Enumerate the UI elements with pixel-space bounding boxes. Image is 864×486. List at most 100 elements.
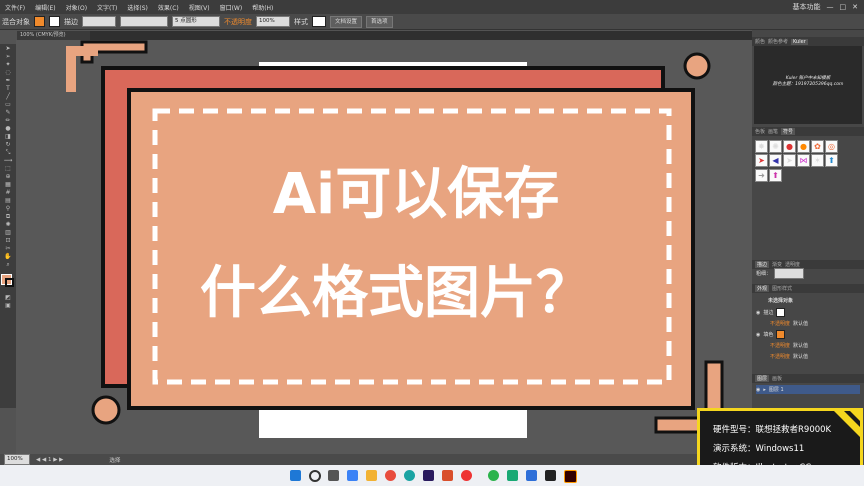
menu-file[interactable]: 文件(F) — [0, 3, 30, 12]
visibility-eye-icon[interactable]: ◉ — [756, 310, 760, 316]
rectangle-tool-icon[interactable]: ▭ — [3, 101, 13, 108]
tab-kuler[interactable]: Kuler — [791, 38, 808, 45]
graph-tool-icon[interactable]: ▥ — [3, 229, 13, 236]
edge-icon[interactable] — [404, 470, 415, 481]
fill-color-swatch[interactable] — [776, 330, 786, 339]
magic-wand-tool-icon[interactable]: ✦ — [3, 61, 13, 68]
task-view-icon[interactable] — [328, 470, 339, 481]
start-button-icon[interactable] — [290, 470, 301, 481]
rotate-tool-icon[interactable]: ↻ — [3, 141, 13, 148]
tab-transparency[interactable]: 透明度 — [785, 261, 800, 268]
symbol-gray-arrow-icon[interactable]: ➜ — [755, 168, 768, 182]
symbol-blob-icon[interactable]: ● — [783, 140, 796, 153]
paintbrush-tool-icon[interactable]: ✎ — [3, 109, 13, 116]
widgets-icon[interactable] — [347, 470, 358, 481]
appearance-row-fill[interactable]: ◉ 填色 — [756, 330, 786, 339]
tab-graphic-styles[interactable]: 图形样式 — [772, 285, 792, 292]
menu-effect[interactable]: 效果(C) — [153, 3, 184, 12]
appearance-row-opacity-1[interactable]: 不透明度 默认值 — [770, 319, 808, 328]
visibility-eye-icon[interactable]: ◉ — [756, 387, 760, 393]
scale-tool-icon[interactable]: ⤡ — [3, 149, 13, 156]
artboard-navigator[interactable]: ◀ ◀ 1 ▶ ▶ — [36, 457, 63, 463]
blob-brush-tool-icon[interactable]: ● — [3, 125, 13, 132]
appearance-row-label[interactable]: 不透明度 — [770, 320, 790, 327]
layer-name[interactable]: 图层 1 — [769, 386, 784, 393]
variable-width-field[interactable] — [120, 16, 168, 27]
document-setup-button[interactable]: 文档设置 — [330, 15, 363, 28]
stroke-swatch[interactable] — [49, 16, 60, 27]
music-icon[interactable] — [461, 470, 472, 481]
maximize-button[interactable]: □ — [840, 3, 847, 11]
tab-appearance[interactable]: 外观 — [755, 285, 770, 292]
tab-swatches[interactable]: 色板 — [755, 128, 765, 135]
symbol-burst-icon[interactable]: ✺ — [769, 140, 782, 153]
symbol-arrow-right-icon[interactable]: ➤ — [783, 154, 796, 168]
pencil-tool-icon[interactable]: ✏ — [3, 117, 13, 124]
appearance-row-label[interactable]: 不透明度 — [770, 353, 790, 360]
appearance-row-stroke[interactable]: ◉ 描边 — [756, 308, 786, 317]
canvas-area[interactable] — [16, 40, 752, 454]
illustrator-icon[interactable] — [564, 470, 577, 483]
close-button[interactable]: ✕ — [852, 3, 858, 11]
symbol-ring-icon[interactable]: ◎ — [825, 140, 838, 153]
stroke-weight-input[interactable] — [774, 268, 805, 279]
tab-color-guide[interactable]: 颜色参考 — [768, 38, 788, 45]
menu-help[interactable]: 帮助(H) — [247, 3, 278, 12]
workspace-switcher[interactable]: 基本功能 — [793, 2, 821, 12]
tab-color[interactable]: 颜色 — [755, 38, 765, 45]
stroke-weight-field[interactable] — [82, 16, 116, 27]
hand-tool-icon[interactable]: ✋ — [3, 253, 13, 260]
layer-row[interactable]: ◉ ▸ 图层 1 — [756, 385, 860, 394]
symbol-pen-icon[interactable]: ➤ — [755, 154, 768, 168]
appearance-row-opacity-3[interactable]: 不透明度 默认值 — [756, 352, 808, 361]
symbol-arrow-up-icon[interactable]: ⬆ — [825, 154, 838, 168]
app-blue-icon[interactable] — [526, 470, 537, 481]
line-tool-icon[interactable]: ╱ — [3, 93, 13, 100]
symbol-arrow-left-icon[interactable]: ◀ — [769, 154, 782, 168]
selection-tool-icon[interactable]: ➤ — [3, 45, 13, 52]
symbol-orange-icon[interactable]: ● — [797, 140, 810, 153]
tab-artboards[interactable]: 画板 — [772, 375, 782, 382]
menu-window[interactable]: 窗口(W) — [215, 3, 248, 12]
wechat-icon[interactable] — [488, 470, 499, 481]
menu-object[interactable]: 对象(O) — [61, 3, 92, 12]
zoom-field[interactable]: 100% — [4, 454, 30, 465]
opacity-label[interactable]: 不透明度 — [224, 17, 252, 27]
app-dark-icon[interactable] — [545, 470, 556, 481]
menu-edit[interactable]: 编辑(E) — [30, 3, 60, 12]
symbol-splat-icon[interactable]: ✸ — [755, 140, 768, 153]
slice-tool-icon[interactable]: ✂ — [3, 245, 13, 252]
premiere-icon[interactable] — [423, 470, 434, 481]
symbol-pink-arrow-icon[interactable]: ⬆ — [769, 168, 782, 182]
opacity-field[interactable]: 100% — [256, 16, 290, 27]
tab-gradient[interactable]: 渐变 — [772, 261, 782, 268]
direct-selection-tool-icon[interactable]: ➢ — [3, 53, 13, 60]
brush-definition-field[interactable]: 5 点圆形 — [172, 16, 220, 27]
menu-view[interactable]: 视图(V) — [184, 3, 215, 12]
stroke-none-swatch[interactable] — [776, 308, 786, 317]
tab-stroke[interactable]: 描边 — [755, 261, 770, 268]
file-explorer-icon[interactable] — [366, 470, 377, 481]
appearance-row-opacity-2[interactable]: 不透明度 默认值 — [770, 341, 808, 350]
menu-select[interactable]: 选择(S) — [122, 3, 153, 12]
menu-type[interactable]: 文字(T) — [92, 3, 122, 12]
lasso-tool-icon[interactable]: ◌ — [3, 69, 13, 76]
document-tab[interactable]: 100% (CMYK/预览) — [17, 31, 90, 40]
fill-swatch[interactable] — [34, 16, 45, 27]
visibility-eye-icon[interactable]: ◉ — [756, 332, 760, 338]
symbol-fan-icon[interactable]: ✿ — [811, 140, 824, 153]
app-green-icon[interactable] — [507, 470, 518, 481]
eraser-tool-icon[interactable]: ◨ — [3, 133, 13, 140]
tab-symbols[interactable]: 符号 — [781, 128, 796, 135]
type-tool-icon[interactable]: T — [3, 85, 13, 92]
preferences-button[interactable]: 首选项 — [366, 15, 393, 28]
search-icon[interactable] — [309, 470, 321, 482]
style-swatch[interactable] — [312, 16, 326, 27]
appearance-row-label[interactable]: 不透明度 — [770, 342, 790, 349]
artboard-tool-icon[interactable]: ⊡ — [3, 237, 13, 244]
pen-tool-icon[interactable]: ✒ — [3, 77, 13, 84]
expand-chevron-icon[interactable]: ▸ — [763, 387, 766, 393]
tab-layers[interactable]: 图层 — [755, 375, 770, 382]
symbol-tie-icon[interactable]: ⋈ — [797, 154, 810, 168]
symbol-star-icon[interactable]: ✶ — [811, 154, 824, 168]
